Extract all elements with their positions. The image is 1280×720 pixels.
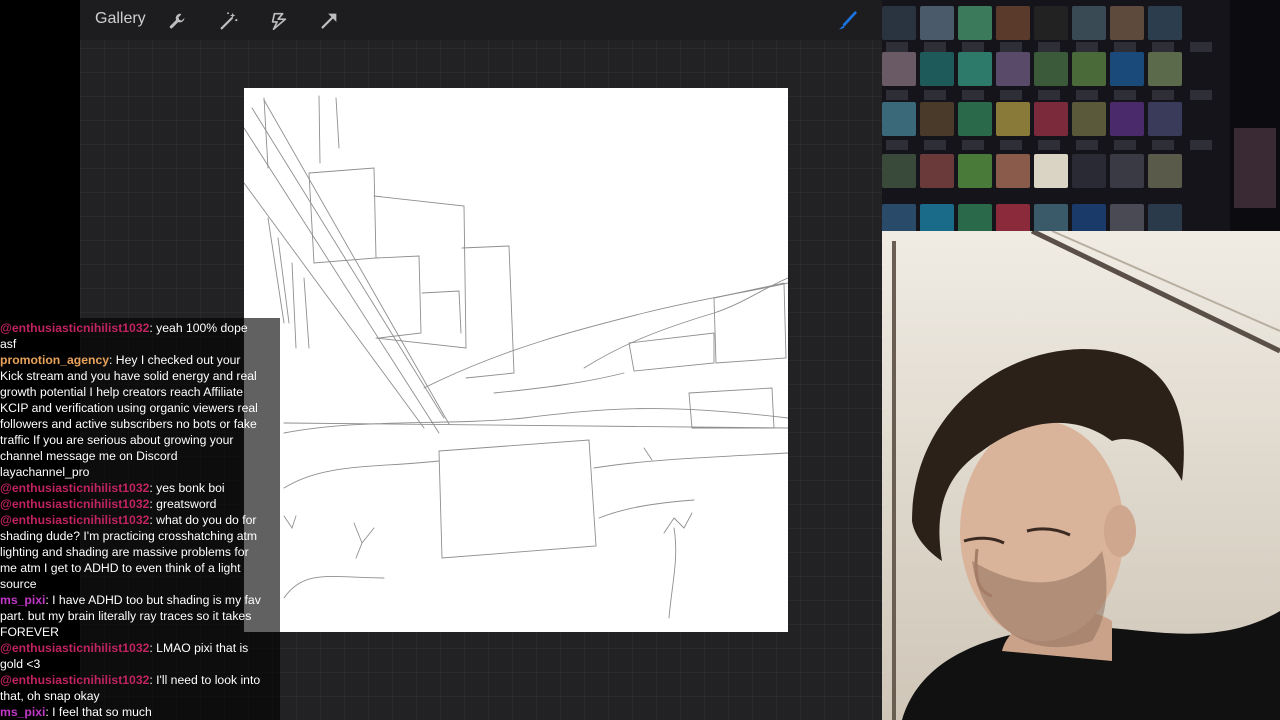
preview-image: [1234, 128, 1276, 208]
thumbnail[interactable]: [1034, 52, 1068, 86]
thumbnail[interactable]: [1110, 52, 1144, 86]
thumbnail[interactable]: [1034, 204, 1068, 231]
selection-icon[interactable]: [268, 10, 290, 32]
brush-icon[interactable]: [836, 10, 858, 32]
thumbnail[interactable]: [958, 6, 992, 40]
top-toolbar: Gallery: [80, 0, 882, 40]
thumbnail[interactable]: [1110, 204, 1144, 231]
thumbnail[interactable]: [1110, 102, 1144, 136]
thumbnail[interactable]: [882, 154, 916, 188]
thumbnail[interactable]: [996, 6, 1030, 40]
thumbnail[interactable]: [1072, 204, 1106, 231]
thumbnail[interactable]: [958, 204, 992, 231]
chat-message: promotion_agency: Hey I checked out your…: [0, 353, 258, 479]
thumbnail[interactable]: [1072, 6, 1106, 40]
magic-wand-icon[interactable]: [218, 10, 240, 32]
thumbnail[interactable]: [1110, 6, 1144, 40]
thumbnail[interactable]: [996, 154, 1030, 188]
thumbnail-row: [882, 154, 1182, 188]
chat-message: @enthusiasticnihilist1032: I'll need to …: [0, 673, 261, 703]
thumbnail[interactable]: [1148, 154, 1182, 188]
chat-message: @enthusiasticnihilist1032: what do you d…: [0, 513, 258, 591]
thumbnail-row: [882, 102, 1182, 136]
streamer-video: [892, 231, 1280, 720]
thumbnail[interactable]: [1072, 102, 1106, 136]
thumbnail-row: [882, 52, 1182, 86]
thumbnail[interactable]: [958, 154, 992, 188]
thumbnail[interactable]: [1072, 52, 1106, 86]
chat-message: @enthusiasticnihilist1032: greatsword: [0, 497, 217, 511]
thumbnail[interactable]: [1034, 154, 1068, 188]
thumbnail[interactable]: [958, 52, 992, 86]
image-preview-panel: [1230, 0, 1280, 231]
chat-message: ms_pixi: I have ADHD too but shading is …: [0, 593, 261, 639]
thumbnail[interactable]: [1034, 6, 1068, 40]
thumbnail[interactable]: [996, 52, 1030, 86]
chat-message: ms_pixi: I feel that so much: [0, 705, 152, 719]
thumbnail[interactable]: [1072, 154, 1106, 188]
thumbnail[interactable]: [920, 52, 954, 86]
webcam-feed: [882, 231, 1280, 720]
chat-message: @enthusiasticnihilist1032: LMAO pixi tha…: [0, 641, 249, 671]
thumbnail[interactable]: [920, 102, 954, 136]
thumbnail[interactable]: [920, 6, 954, 40]
thumbnail[interactable]: [1034, 102, 1068, 136]
thumbnail[interactable]: [1148, 52, 1182, 86]
reference-images-panel: [882, 0, 1280, 231]
chat-message: @enthusiasticnihilist1032: yeah 100% dop…: [0, 321, 248, 351]
thumbnail[interactable]: [996, 204, 1030, 231]
thumbnail[interactable]: [882, 102, 916, 136]
thumbnail[interactable]: [958, 102, 992, 136]
thumbnail[interactable]: [882, 52, 916, 86]
thumbnail-row: [882, 6, 1182, 40]
gallery-button[interactable]: Gallery: [95, 10, 146, 28]
thumbnail[interactable]: [882, 204, 916, 231]
thumbnail[interactable]: [1110, 154, 1144, 188]
pencil-sketch: [244, 95, 788, 619]
chat-message: @enthusiasticnihilist1032: yes bonk boi: [0, 481, 225, 495]
thumbnail-row: [882, 204, 1182, 231]
stream-chat: @enthusiasticnihilist1032: yeah 100% dop…: [0, 318, 280, 720]
thumbnail[interactable]: [1148, 6, 1182, 40]
thumbnail[interactable]: [920, 154, 954, 188]
thumbnail[interactable]: [882, 6, 916, 40]
thumbnail[interactable]: [1148, 204, 1182, 231]
thumbnail[interactable]: [920, 204, 954, 231]
thumbnail[interactable]: [996, 102, 1030, 136]
wrench-icon[interactable]: [167, 10, 189, 32]
drawing-canvas[interactable]: [244, 88, 788, 632]
thumbnail[interactable]: [1148, 102, 1182, 136]
transform-arrow-icon[interactable]: [318, 10, 340, 32]
